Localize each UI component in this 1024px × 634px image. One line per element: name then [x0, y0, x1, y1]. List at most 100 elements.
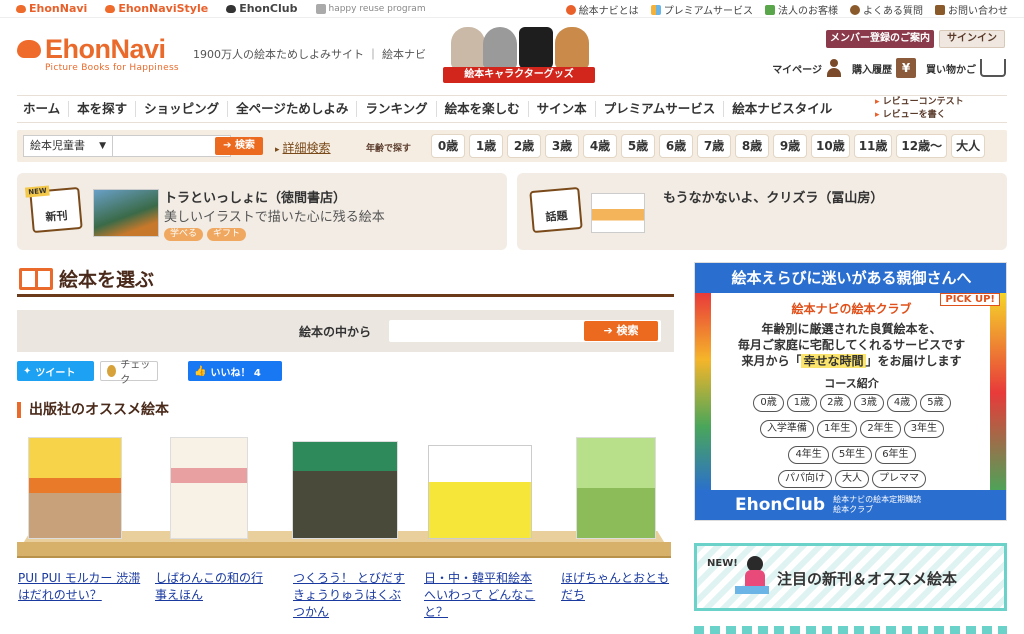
nav-ranking[interactable]: ランキング — [357, 101, 437, 117]
search-button[interactable]: ➔ 検索 — [215, 137, 263, 155]
heading-rule — [17, 294, 674, 297]
feature-title[interactable]: もうなかないよ、クリズラ（冨山房） — [663, 187, 883, 206]
course-pill[interactable]: 3歳 — [853, 394, 884, 412]
age-button[interactable]: 2歳 — [507, 134, 541, 158]
book-cover-heiwatte[interactable] — [428, 445, 532, 539]
cart-icon — [980, 59, 1006, 77]
course-pill[interactable]: 2年生 — [860, 420, 901, 438]
new-recommend-banner[interactable]: NEW! 注目の新刊＆オススメ絵本 — [694, 543, 1007, 611]
in-book-search-label: 絵本の中から — [299, 325, 372, 339]
category-select[interactable]: 絵本児童書 ▼ — [23, 135, 113, 157]
link-contact[interactable]: お問い合わせ — [935, 2, 1008, 17]
brand-ehonclub[interactable]: EhonClub — [226, 2, 298, 15]
cart-link[interactable]: 買い物かご — [926, 59, 1006, 77]
course-pill[interactable]: 1年生 — [816, 420, 858, 438]
course-pill[interactable]: 4年生 — [788, 446, 829, 464]
book-title-link[interactable]: 日・中・韓平和絵本 へいわって どんなこと？ — [424, 570, 544, 621]
account-links: マイページ 購入履歴 ¥ 買い物かご — [772, 58, 1006, 78]
age-button[interactable]: 5歳 — [621, 134, 655, 158]
book-cover-dinosaur-museum[interactable] — [292, 441, 398, 539]
book-title-link[interactable]: ほげちゃんとおともだち — [561, 570, 673, 604]
ad-footer-desc: 絵本ナビの絵本定期購読 絵本クラブ — [833, 495, 921, 515]
link-about[interactable]: 絵本ナビとは — [565, 2, 639, 17]
age-button[interactable]: 0歳 — [431, 134, 465, 158]
nav-shopping[interactable]: ショッピング — [136, 101, 229, 117]
purchase-history-link[interactable]: 購入履歴 ¥ — [852, 58, 916, 78]
age-button[interactable]: 大人 — [951, 134, 986, 158]
nav-full-preview[interactable]: 全ページためしよみ — [228, 101, 358, 117]
check-button[interactable]: チェック — [100, 360, 158, 386]
age-button[interactable]: 8歳 — [735, 134, 769, 158]
feature-new-release[interactable]: NEW 新刊 トラといっしょに（徳間書店） 美しいイラストで描いた心に残る絵本 学… — [17, 173, 507, 250]
age-button[interactable]: 11歳 — [853, 134, 893, 158]
tag-gift[interactable]: ギフト — [207, 228, 247, 241]
like-button[interactable]: 👍 いいね！ 4 — [188, 361, 282, 381]
member-registration-button[interactable]: メンバー登録のご案内 — [826, 30, 934, 48]
course-pill[interactable]: 0歳 — [753, 394, 784, 412]
mypage-link[interactable]: マイページ — [772, 59, 842, 77]
ehonclub-ad-banner[interactable]: 絵本えらびに迷いがある親御さんへ 絵本ナビの絵本クラブ PICK UP! 年齢別… — [694, 262, 1007, 521]
book-thumbnail[interactable] — [93, 189, 159, 237]
nav-ehonnavi-style[interactable]: 絵本ナビスタイル — [724, 101, 840, 117]
write-review-link[interactable]: レビューを書く — [875, 109, 964, 122]
book-thumbnail[interactable] — [591, 193, 645, 233]
link-premium[interactable]: プレミアムサービス — [650, 2, 753, 17]
age-button[interactable]: 3歳 — [545, 134, 579, 158]
course-pill[interactable]: 4歳 — [886, 394, 918, 412]
review-contest-link[interactable]: レビューコンテスト — [875, 96, 964, 109]
age-button[interactable]: 9歳 — [773, 134, 807, 158]
history-label: 購入履歴 — [852, 64, 892, 76]
course-pills-row: パパ向け 大人 プレママ — [727, 470, 977, 488]
in-book-search-button[interactable]: ➔ 検索 — [584, 321, 658, 341]
course-pill[interactable]: パパ向け — [778, 470, 832, 488]
nav-signed-books[interactable]: サイン本 — [529, 101, 596, 117]
age-button[interactable]: 6歳 — [659, 134, 693, 158]
course-pill[interactable]: 2歳 — [820, 394, 851, 412]
course-pills-row: 入学準備 1年生 2年生 3年生 — [727, 420, 977, 438]
signin-button[interactable]: サインイン — [939, 30, 1005, 48]
tweet-button[interactable]: ✦ ツイート — [17, 361, 94, 381]
ad-highlight: 幸せな時間 — [801, 354, 866, 368]
course-pill[interactable]: 5歳 — [920, 394, 951, 412]
book-cover-hogechan[interactable] — [576, 437, 656, 539]
search-button-label: 検索 — [234, 140, 255, 151]
publisher-recommend-heading: 出版社のオススメ絵本 — [17, 402, 169, 418]
course-pills-row: 0歳 1歳 2歳 3歳 4歳 5歳 — [727, 394, 977, 412]
course-pill[interactable]: 5年生 — [831, 446, 873, 464]
brand-ehonnavistyle[interactable]: EhonNaviStyle — [105, 2, 208, 15]
brand-happy-reuse[interactable]: happy reuse program — [315, 3, 426, 14]
course-pill[interactable]: プレママ — [872, 470, 926, 488]
age-button[interactable]: 4歳 — [583, 134, 617, 158]
brand-ehonnavi[interactable]: EhonNavi — [16, 2, 87, 15]
book-title-link[interactable]: しばわんこの和の行事えほん — [155, 570, 273, 604]
book-title-link[interactable]: つくろう！ とびだす きょうりゅうはくぶつかん — [293, 570, 405, 621]
advanced-search-link[interactable]: 詳細検索 — [275, 139, 331, 156]
age-button[interactable]: 7歳 — [697, 134, 731, 158]
nav-home[interactable]: ホーム — [17, 101, 70, 117]
badge-label: 新刊 — [45, 209, 69, 224]
search-input[interactable] — [113, 135, 231, 157]
course-pill[interactable]: 3年生 — [903, 420, 945, 438]
feature-topic[interactable]: 話題 もうなかないよ、クリズラ（冨山房） — [517, 173, 1007, 250]
about-icon — [565, 4, 576, 15]
link-faq[interactable]: よくある質問 — [850, 2, 923, 17]
book-title-link[interactable]: PUI PUI モルカー 渋滞はだれのせい？ — [18, 570, 148, 604]
site-logo[interactable]: EhonNavi Picture Books for Happiness — [17, 35, 179, 73]
nav-enjoy[interactable]: 絵本を楽しむ — [437, 101, 529, 117]
course-pill[interactable]: 大人 — [835, 470, 869, 488]
course-pill[interactable]: 1歳 — [786, 394, 818, 412]
book-cover-morucar[interactable] — [28, 437, 122, 539]
tag-learn[interactable]: 学べる — [164, 228, 204, 241]
character-goods-banner[interactable]: 絵本キャラクターグッズ — [443, 25, 595, 83]
nav-premium[interactable]: プレミアムサービス — [596, 101, 725, 117]
feature-title[interactable]: トラといっしょに（徳間書店） — [164, 187, 346, 206]
book-cover-shibawanko[interactable] — [170, 437, 248, 539]
course-pill[interactable]: 6年生 — [875, 446, 916, 464]
nav-find-books[interactable]: 本を探す — [69, 101, 137, 117]
age-button[interactable]: 1歳 — [469, 134, 503, 158]
age-button[interactable]: 12歳〜 — [896, 134, 948, 158]
cart-label: 買い物かご — [926, 64, 976, 76]
age-button[interactable]: 10歳 — [811, 134, 850, 158]
course-pill[interactable]: 入学準備 — [759, 420, 814, 438]
link-corporate[interactable]: 法人のお客様 — [765, 2, 838, 17]
